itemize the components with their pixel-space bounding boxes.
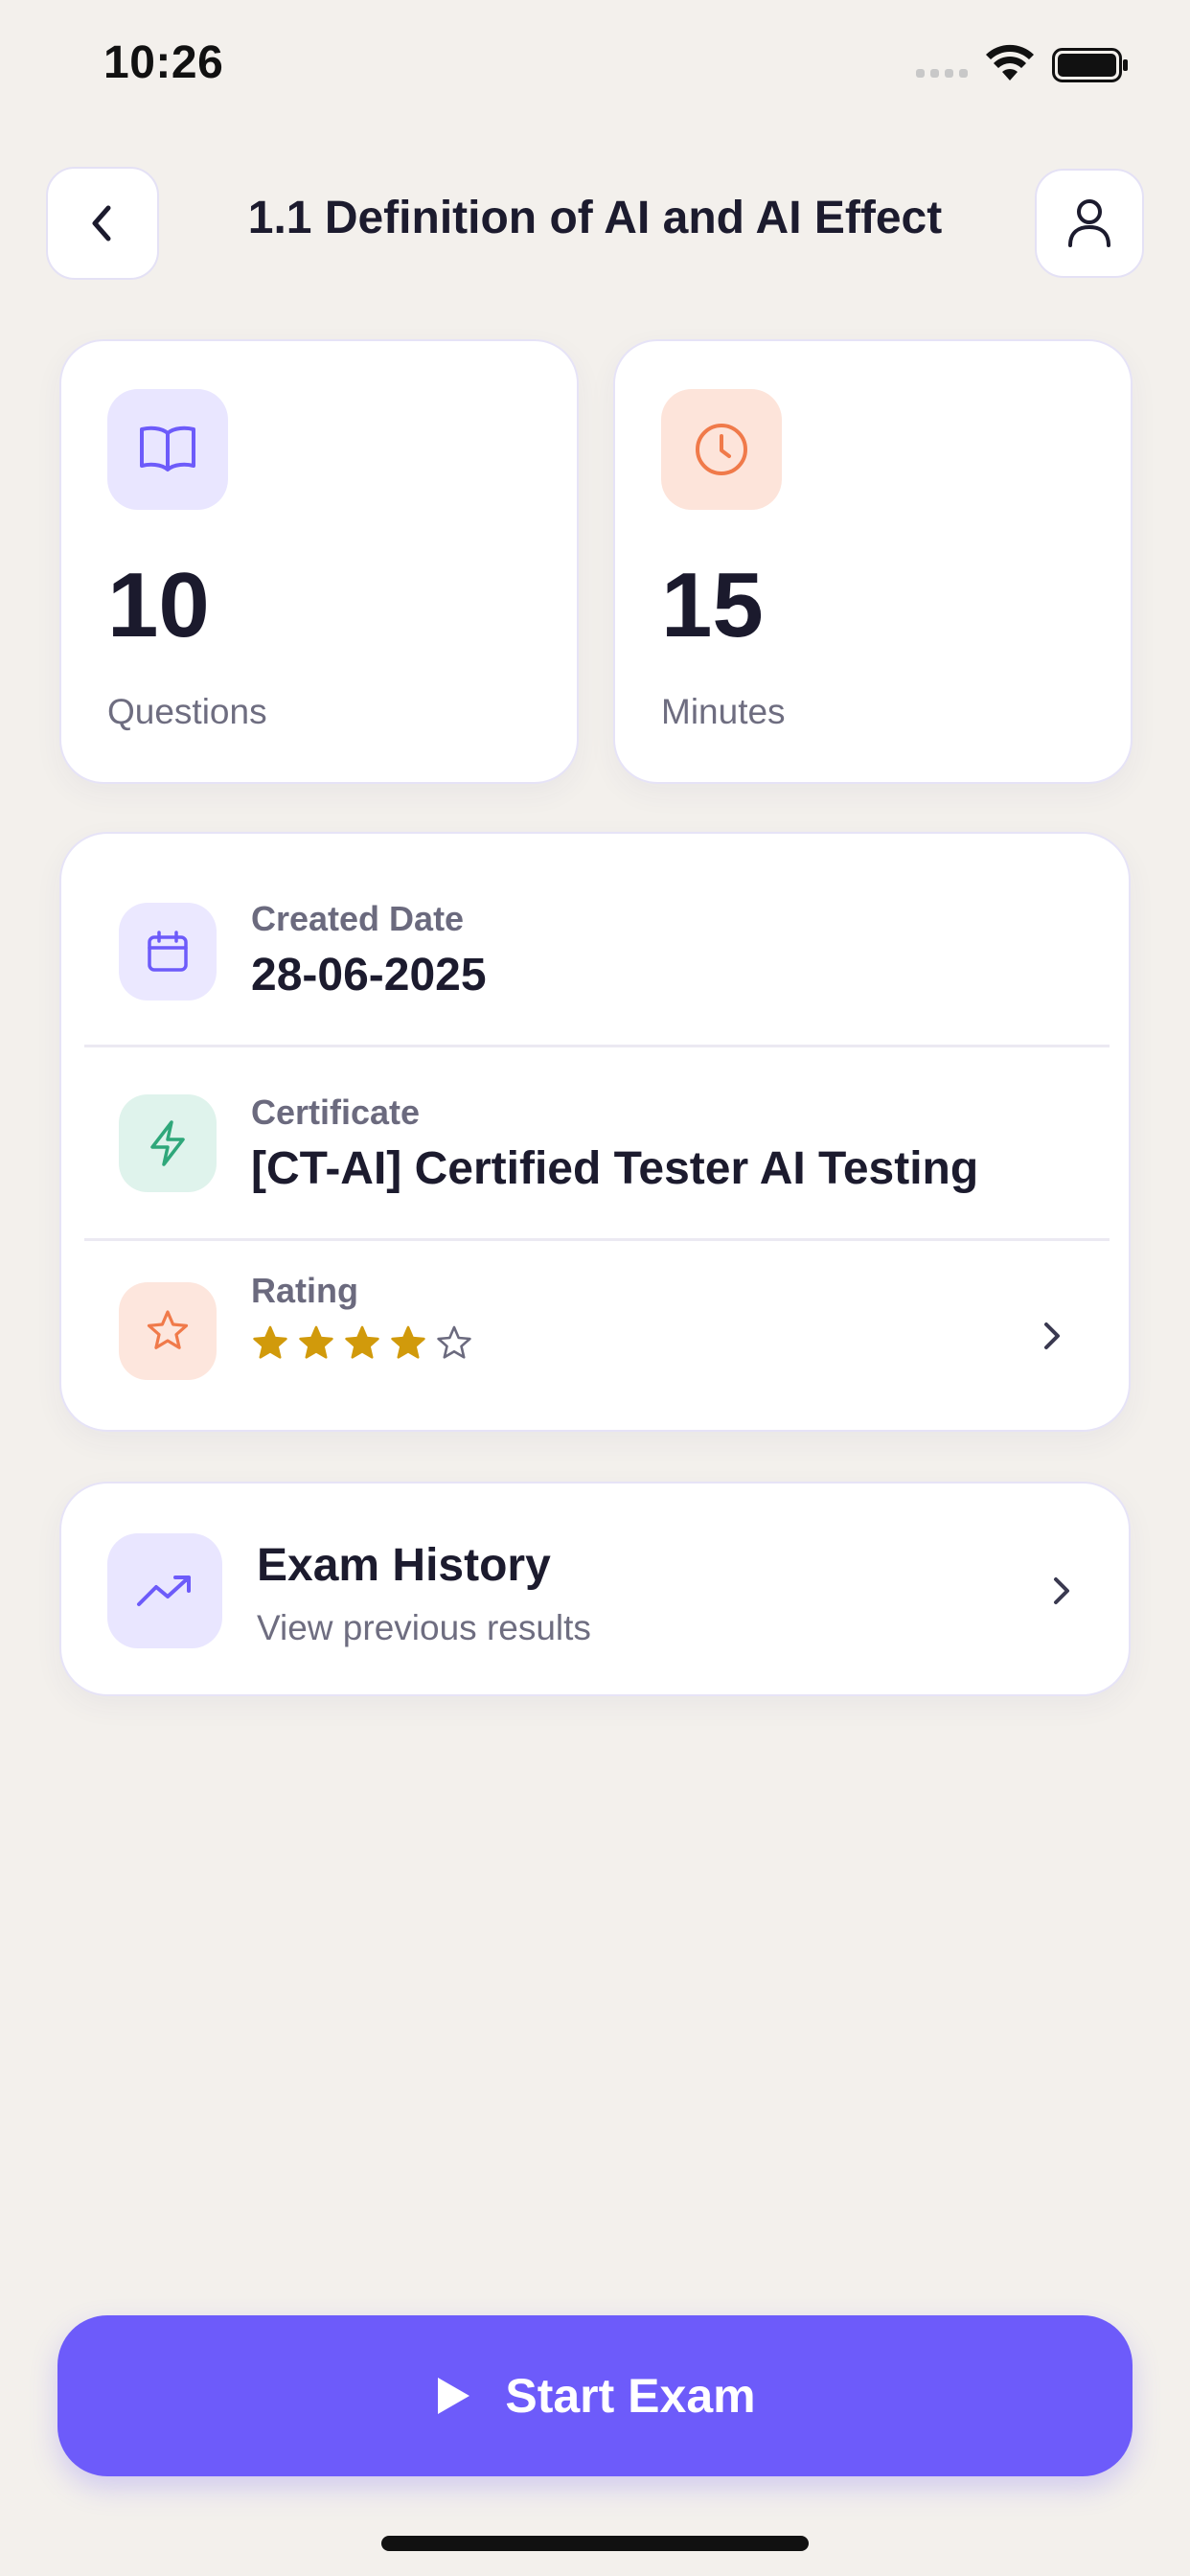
profile-button[interactable] — [1035, 169, 1144, 278]
questions-card: 10 Questions — [59, 339, 579, 784]
rating-row[interactable]: Rating — [61, 1240, 1129, 1432]
start-exam-label: Start Exam — [505, 2369, 756, 2423]
rating-label: Rating — [251, 1271, 358, 1310]
trending-up-icon — [107, 1533, 222, 1648]
clock-icon — [661, 389, 782, 510]
chevron-right-icon — [1054, 1577, 1069, 1604]
rating-stars — [251, 1324, 473, 1363]
exam-history-card[interactable]: Exam History View previous results — [59, 1482, 1131, 1696]
questions-label: Questions — [107, 692, 267, 731]
exam-history-title: Exam History — [257, 1540, 551, 1591]
wifi-icon — [986, 44, 1034, 80]
created-date-row: Created Date 28-06-2025 — [61, 834, 1129, 1025]
home-indicator — [381, 2536, 809, 2551]
status-time: 10:26 — [103, 37, 224, 88]
exam-history-subtitle: View previous results — [257, 1608, 591, 1647]
star-empty-icon — [437, 1325, 471, 1359]
star-filled-icon — [253, 1325, 287, 1359]
chevron-right-icon — [1044, 1322, 1060, 1349]
play-icon — [438, 2378, 470, 2414]
back-button[interactable] — [46, 167, 159, 280]
cellular-signal-icon — [916, 69, 968, 78]
star-filled-icon — [391, 1325, 425, 1359]
created-date-label: Created Date — [251, 899, 465, 938]
certificate-label: Certificate — [251, 1092, 421, 1132]
star-filled-icon — [345, 1325, 379, 1359]
calendar-icon — [119, 903, 217, 1000]
certificate-value: [CT-AI] Certified Tester AI Testing — [251, 1143, 979, 1194]
questions-count: 10 — [107, 554, 210, 656]
book-icon — [107, 389, 228, 510]
minutes-card: 15 Minutes — [613, 339, 1133, 784]
minutes-label: Minutes — [661, 692, 786, 731]
status-bar: 10:26 — [0, 0, 1190, 134]
user-icon — [1068, 199, 1110, 247]
certificate-row: Certificate [CT-AI] Certified Tester AI … — [61, 1046, 1129, 1238]
battery-icon — [1052, 48, 1128, 82]
lightning-icon — [119, 1094, 217, 1192]
minutes-count: 15 — [661, 554, 764, 656]
star-filled-icon — [299, 1325, 333, 1359]
created-date-value: 28-06-2025 — [251, 950, 487, 1000]
chevron-left-icon — [92, 205, 111, 242]
page-title: 1.1 Definition of AI and AI Effect — [247, 193, 943, 243]
star-icon — [119, 1282, 217, 1380]
exam-info-card: Created Date 28-06-2025 Certificate [CT-… — [59, 832, 1131, 1432]
start-exam-button[interactable]: Start Exam — [57, 2315, 1133, 2476]
